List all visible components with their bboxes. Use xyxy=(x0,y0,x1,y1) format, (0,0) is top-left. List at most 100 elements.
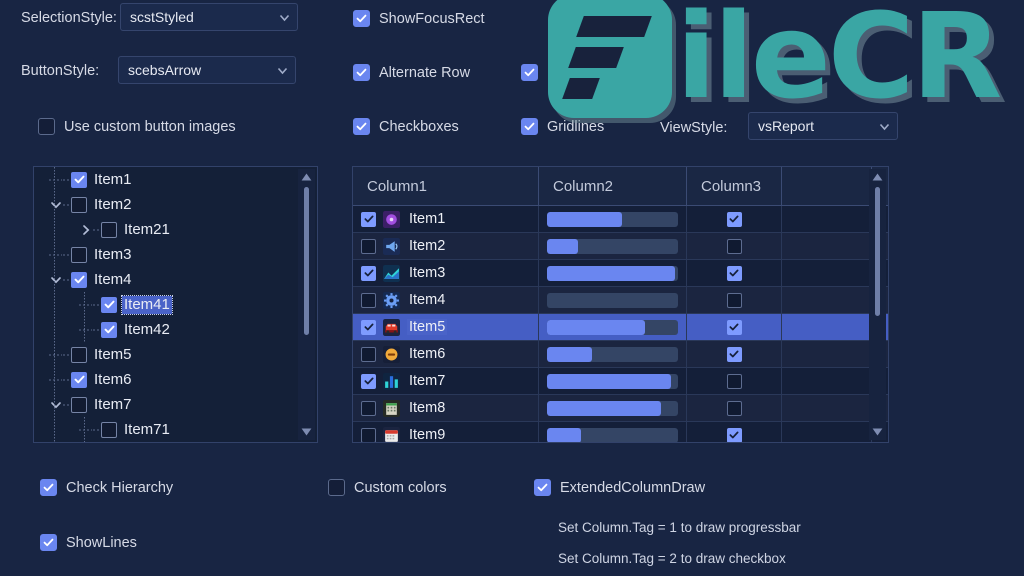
grid-cell-column2[interactable] xyxy=(539,287,687,313)
tree-node-checkbox[interactable] xyxy=(71,371,87,388)
grid-column-header[interactable]: Column2 xyxy=(539,167,687,205)
table-row[interactable]: Item2 xyxy=(353,233,888,260)
tree-node-checkbox[interactable] xyxy=(71,246,87,263)
scrollbar-thumb[interactable] xyxy=(304,187,309,336)
gridlines-checkbox[interactable]: Gridlines xyxy=(521,118,604,135)
grid-cell-column3[interactable] xyxy=(687,233,782,259)
alternate-row-checkbox[interactable]: Alternate Row xyxy=(353,64,470,81)
show-lines-checkbox[interactable]: ShowLines xyxy=(40,534,137,551)
tree-node-item2[interactable]: Item2 xyxy=(34,192,317,217)
scrollbar-track[interactable] xyxy=(298,185,315,424)
table-row[interactable]: Item6 xyxy=(353,341,888,368)
grid-cell-column3[interactable] xyxy=(687,395,782,421)
chevron-right-icon[interactable] xyxy=(78,222,93,237)
row-checkbox[interactable] xyxy=(361,346,376,362)
column3-checkbox[interactable] xyxy=(726,373,742,389)
list-view[interactable]: Column1 Column2 Column3 Item1 Item2 Item3 Ite… xyxy=(352,166,889,443)
column3-checkbox[interactable] xyxy=(726,238,742,254)
grid-cell-column1[interactable]: Item8 xyxy=(353,395,539,421)
tree-node-item4[interactable]: Item4 xyxy=(34,267,317,292)
multiselect-checkbox[interactable]: Multiselect xyxy=(521,64,616,81)
grid-cell-column2[interactable] xyxy=(539,233,687,259)
tree-node-checkbox[interactable] xyxy=(101,421,117,438)
row-checkbox[interactable] xyxy=(361,400,376,416)
table-row[interactable]: Item4 xyxy=(353,287,888,314)
tree-node-item41[interactable]: Item41 xyxy=(34,292,317,317)
selection-style-dropdown[interactable]: scstStyled xyxy=(120,3,298,31)
row-checkbox[interactable] xyxy=(361,238,376,254)
chevron-down-icon[interactable] xyxy=(48,397,63,412)
use-custom-button-images-checkbox[interactable]: Use custom button images xyxy=(38,118,236,135)
grid-cell-column2[interactable] xyxy=(539,368,687,394)
tree-node-checkbox[interactable] xyxy=(71,171,87,188)
grid-vertical-scrollbar[interactable] xyxy=(869,169,886,440)
grid-cell-column2[interactable] xyxy=(539,314,687,340)
show-focus-rect-checkbox[interactable]: ShowFocusRect xyxy=(353,10,485,27)
tree-node-checkbox[interactable] xyxy=(71,346,87,363)
column3-checkbox[interactable] xyxy=(726,319,742,335)
row-checkbox[interactable] xyxy=(361,292,376,308)
grid-cell-column2[interactable] xyxy=(539,395,687,421)
check-hierarchy-checkbox[interactable]: Check Hierarchy xyxy=(40,479,173,496)
grid-cell-column2[interactable] xyxy=(539,341,687,367)
view-style-dropdown[interactable]: vsReport xyxy=(748,112,898,140)
custom-colors-checkbox[interactable]: Custom colors xyxy=(328,479,447,496)
table-row[interactable]: Item9 xyxy=(353,422,888,442)
tree-node-checkbox[interactable] xyxy=(71,196,87,213)
grid-column-header[interactable]: Column3 xyxy=(687,167,782,205)
tree-node-item72[interactable]: Item72 xyxy=(34,442,317,443)
column3-checkbox[interactable] xyxy=(726,427,742,442)
extended-column-draw-checkbox[interactable]: ExtendedColumnDraw xyxy=(534,479,705,496)
triangle-down-icon[interactable] xyxy=(869,424,886,440)
grid-cell-column1[interactable]: Item2 xyxy=(353,233,539,259)
table-row[interactable]: Item1 xyxy=(353,206,888,233)
table-row[interactable]: Item3 xyxy=(353,260,888,287)
tree-view[interactable]: Item1 Item2 Item21 Item3 Item4 Item41 Item42 It… xyxy=(33,166,318,443)
grid-cell-column1[interactable]: Item6 xyxy=(353,341,539,367)
tree-node-item71[interactable]: Item71 xyxy=(34,417,317,442)
triangle-up-icon[interactable] xyxy=(298,169,315,185)
row-checkbox[interactable] xyxy=(361,265,376,281)
grid-cell-column3[interactable] xyxy=(687,368,782,394)
tree-node-checkbox[interactable] xyxy=(101,221,117,238)
grid-cell-column3[interactable] xyxy=(687,287,782,313)
checkboxes-checkbox[interactable]: Checkboxes xyxy=(353,118,459,135)
grid-cell-column3[interactable] xyxy=(687,260,782,286)
tree-node-checkbox[interactable] xyxy=(71,271,87,288)
grid-cell-column3[interactable] xyxy=(687,314,782,340)
column3-checkbox[interactable] xyxy=(726,211,742,227)
tree-node-item1[interactable]: Item1 xyxy=(34,167,317,192)
table-row[interactable]: Item8 xyxy=(353,395,888,422)
tree-node-checkbox[interactable] xyxy=(101,296,117,313)
tree-node-item21[interactable]: Item21 xyxy=(34,217,317,242)
column3-checkbox[interactable] xyxy=(726,265,742,281)
grid-cell-column2[interactable] xyxy=(539,206,687,232)
grid-cell-column1[interactable]: Item3 xyxy=(353,260,539,286)
row-checkbox[interactable] xyxy=(361,427,376,442)
grid-cell-column3[interactable] xyxy=(687,341,782,367)
grid-cell-column1[interactable]: Item5 xyxy=(353,314,539,340)
row-checkbox[interactable] xyxy=(361,319,376,335)
chevron-down-icon[interactable] xyxy=(48,272,63,287)
tree-node-item42[interactable]: Item42 xyxy=(34,317,317,342)
table-row[interactable]: Item5 xyxy=(353,314,888,341)
column3-checkbox[interactable] xyxy=(726,346,742,362)
column3-checkbox[interactable] xyxy=(726,292,742,308)
button-style-dropdown[interactable]: scebsArrow xyxy=(118,56,296,84)
column3-checkbox[interactable] xyxy=(726,400,742,416)
grid-column-header[interactable]: Column1 xyxy=(353,167,539,205)
table-row[interactable]: Item7 xyxy=(353,368,888,395)
grid-cell-column1[interactable]: Item7 xyxy=(353,368,539,394)
tree-node-item5[interactable]: Item5 xyxy=(34,342,317,367)
scrollbar-thumb[interactable] xyxy=(875,187,880,317)
tree-node-item7[interactable]: Item7 xyxy=(34,392,317,417)
tree-node-checkbox[interactable] xyxy=(101,321,117,338)
grid-cell-column3[interactable] xyxy=(687,206,782,232)
grid-column-header[interactable] xyxy=(782,167,872,205)
grid-cell-column2[interactable] xyxy=(539,260,687,286)
grid-cell-column1[interactable]: Item4 xyxy=(353,287,539,313)
tree-node-checkbox[interactable] xyxy=(71,396,87,413)
row-checkbox[interactable] xyxy=(361,373,376,389)
tree-node-item3[interactable]: Item3 xyxy=(34,242,317,267)
triangle-down-icon[interactable] xyxy=(298,424,315,440)
